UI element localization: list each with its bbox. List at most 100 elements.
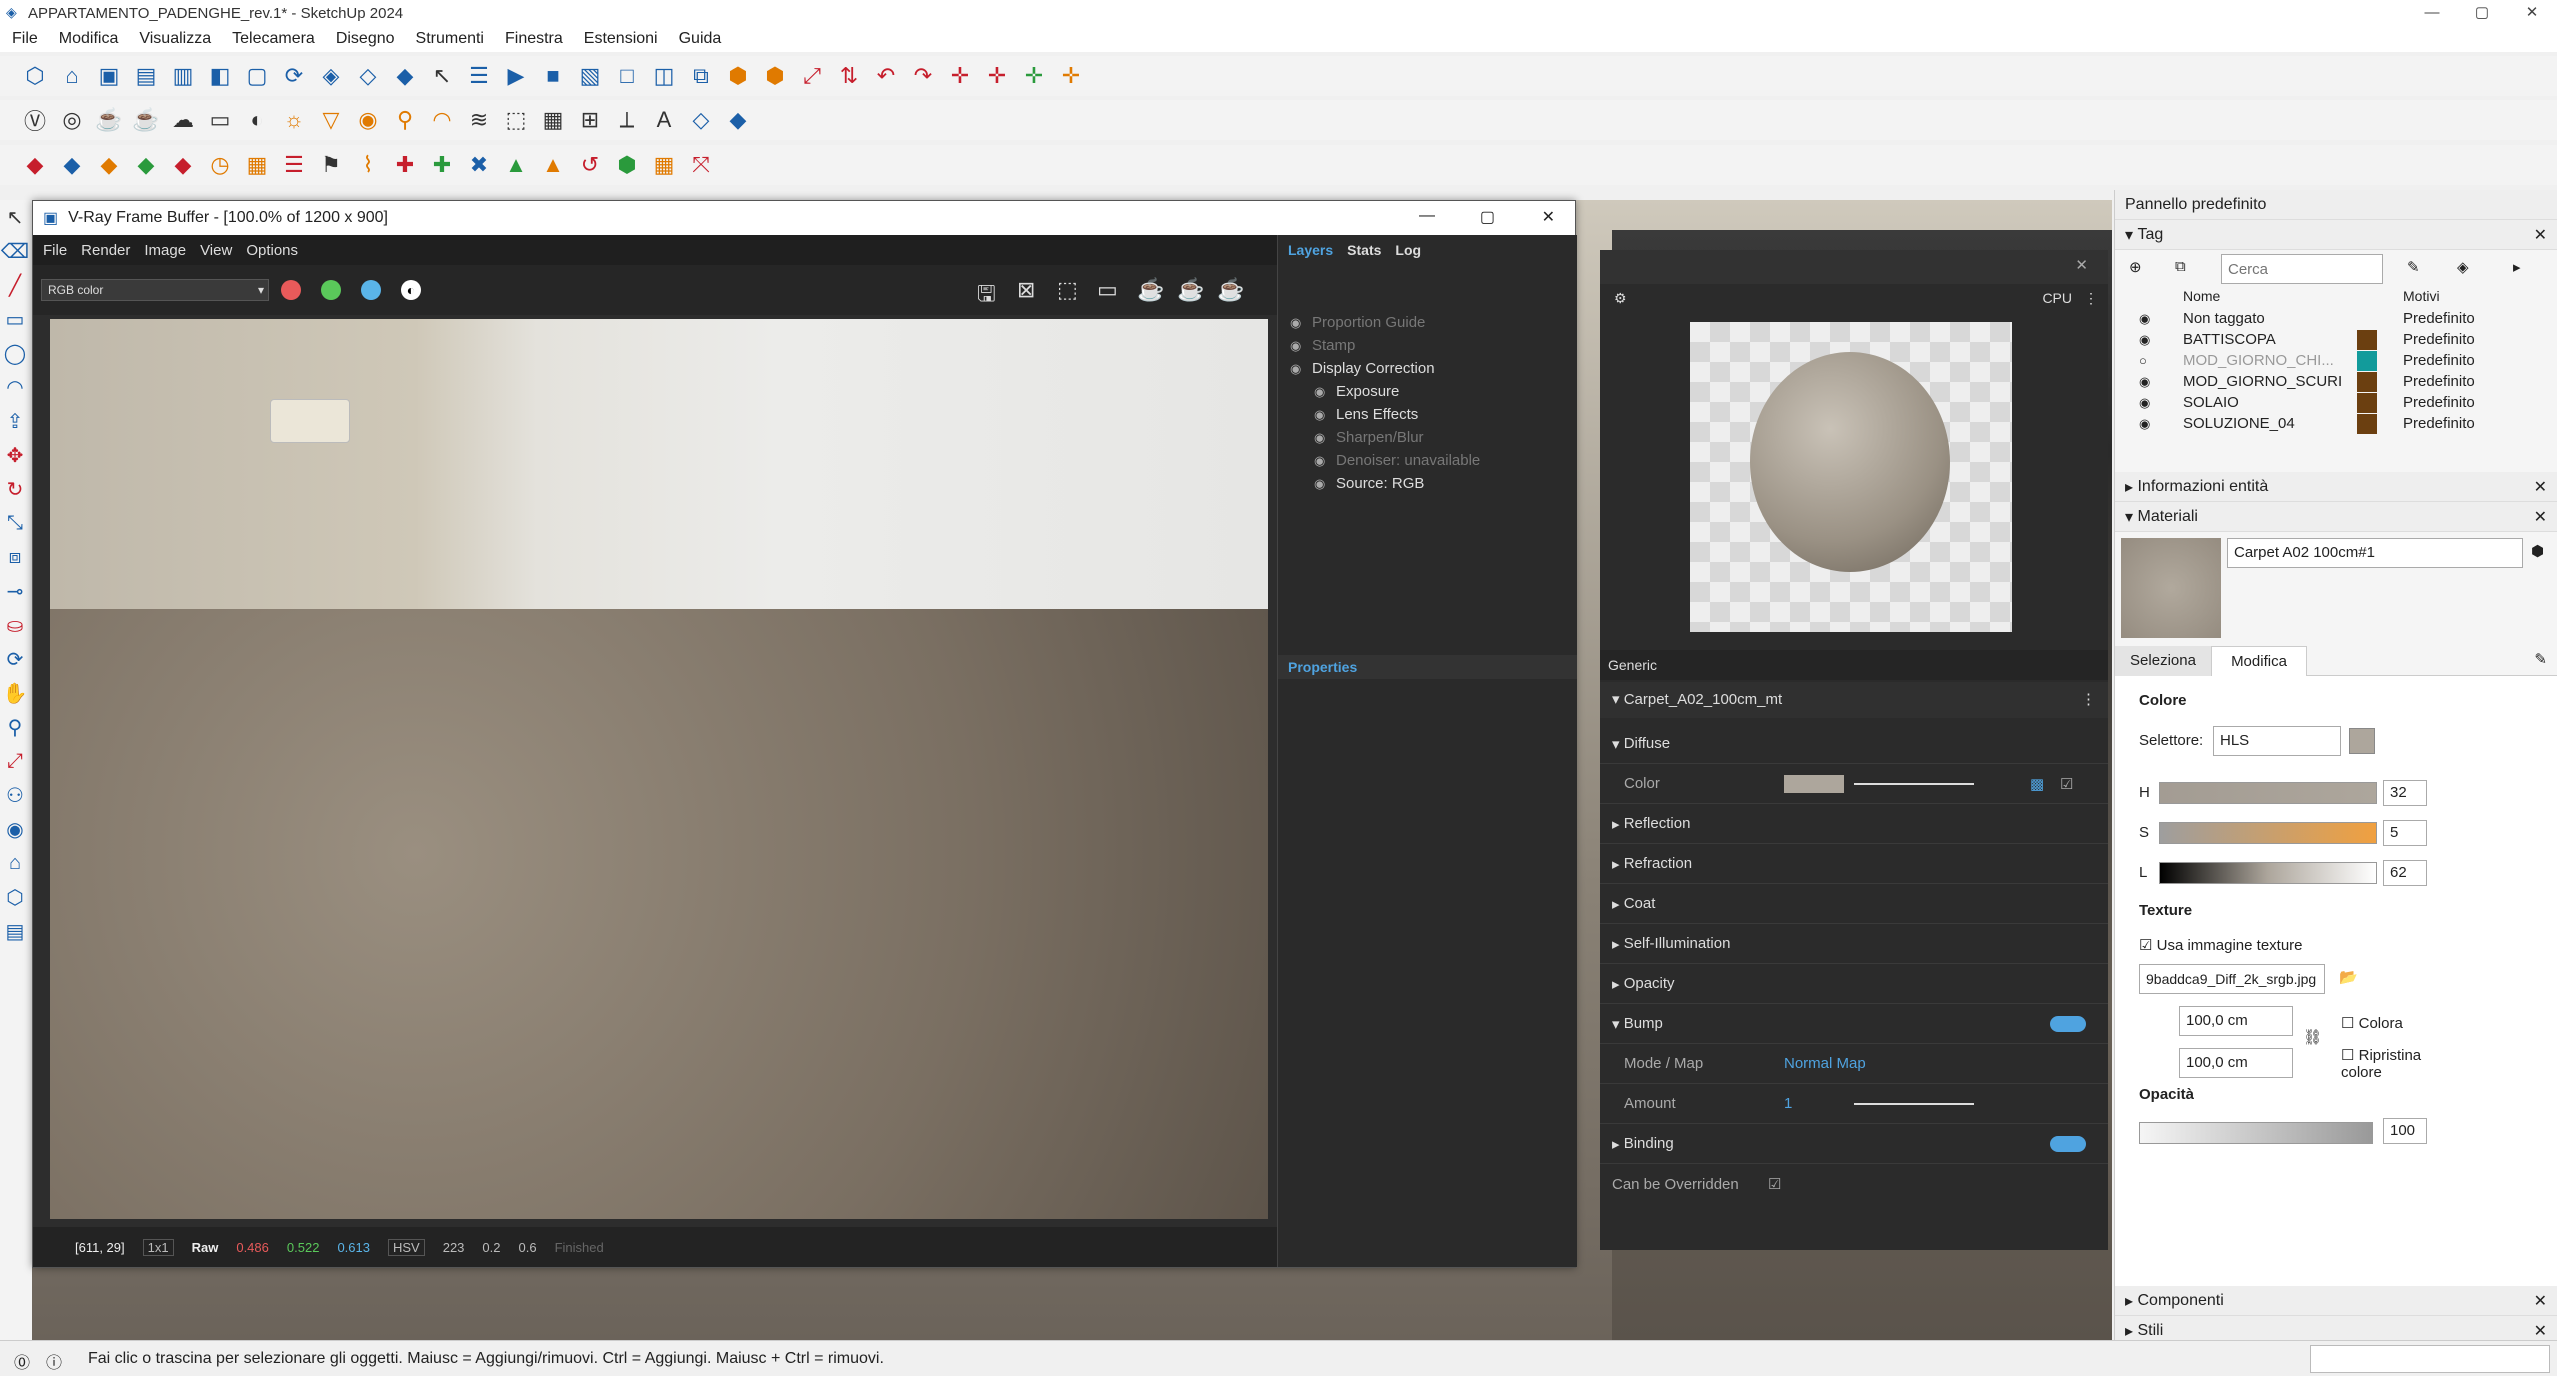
layer-item[interactable]: ◉ Display Correction	[1278, 357, 1577, 380]
move-axis-icon[interactable]: ⇅	[832, 59, 866, 93]
h-input[interactable]: 32	[2383, 780, 2427, 806]
maximize-button[interactable]: ▢	[2457, 0, 2507, 26]
save-image-icon[interactable]: 🖫	[977, 277, 996, 315]
wireframe-icon[interactable]: ◇	[351, 59, 385, 93]
plugin-icon-4[interactable]: ◆	[129, 148, 163, 182]
section-icon[interactable]: ⊞	[573, 103, 607, 137]
channel-dropdown[interactable]: RGB color ▾	[41, 279, 269, 301]
interactive-render-icon[interactable]: ☕	[1137, 277, 1164, 303]
lightgen-icon[interactable]: ◐	[240, 103, 274, 137]
extension-warehouse-icon[interactable]: ⬡	[0, 880, 30, 914]
group-icon[interactable]: ⧉	[684, 59, 718, 93]
s-slider[interactable]	[2159, 822, 2377, 844]
menu-guida[interactable]: Guida	[679, 30, 722, 48]
right-view-icon[interactable]: ▤	[129, 59, 163, 93]
material-editor-close-button[interactable]: ✕	[2075, 256, 2088, 274]
close-icon[interactable]: ✕	[2534, 477, 2547, 497]
vfb-minimize-button[interactable]: —	[1419, 207, 1435, 225]
tag-row[interactable]: ◉ SOLUZIONE_04 Predefinito	[2115, 413, 2557, 434]
menu-visualizza[interactable]: Visualizza	[139, 30, 211, 48]
tape-icon[interactable]: ⊸	[0, 574, 30, 608]
vfb-menu-image[interactable]: Image	[144, 242, 186, 259]
plugin-icon-6[interactable]: ◷	[203, 148, 237, 182]
eye-icon[interactable]: ◉	[1290, 315, 1312, 331]
texture-file-field[interactable]: 9baddca9_Diff_2k_srgb.jpg	[2139, 964, 2325, 994]
region-render-icon[interactable]: ⬚	[1057, 277, 1078, 303]
plugin-icon-8[interactable]: ☰	[277, 148, 311, 182]
left-view-icon[interactable]: ◧	[203, 59, 237, 93]
section-reflection[interactable]: ▸ Reflection	[1600, 804, 2108, 844]
eraser-icon[interactable]: ⌫	[0, 234, 30, 268]
layer-item[interactable]: ◉ Exposure	[1278, 380, 1577, 403]
tab-modifica[interactable]: Modifica	[2211, 646, 2307, 676]
binding-toggle[interactable]	[2050, 1135, 2086, 1152]
tag-search-input[interactable]	[2221, 254, 2383, 284]
look-around-icon[interactable]: ◉	[0, 812, 30, 846]
vfb-close-button[interactable]: ✕	[1542, 207, 1555, 227]
minimize-button[interactable]: —	[2407, 0, 2457, 26]
arc-icon[interactable]: ◠	[0, 370, 30, 404]
add-tag-icon[interactable]: ⊕	[2129, 258, 2142, 276]
undo-icon[interactable]: ↶	[869, 59, 903, 93]
texture-height-input[interactable]: 100,0 cm	[2179, 1048, 2293, 1078]
materials-icon[interactable]: ⬢	[758, 59, 792, 93]
render-icon[interactable]: ☕	[92, 103, 126, 137]
texture-map-icon[interactable]: ▩	[2030, 775, 2044, 793]
tag-row[interactable]: ◉ MOD_GIORNO_SCURI Predefinito	[2115, 371, 2557, 392]
tag-color-swatch[interactable]	[2357, 413, 2377, 434]
paint-bucket-icon[interactable]: ⛀	[0, 608, 30, 642]
vfb-maximize-button[interactable]: ▢	[1480, 207, 1495, 227]
blue-channel-button[interactable]	[361, 280, 381, 300]
plugin-icon-14[interactable]: ▲	[499, 148, 533, 182]
tag-row[interactable]: ◉ BATTISCOPA Predefinito	[2115, 329, 2557, 350]
diffuse-checkbox[interactable]: ☑	[2060, 775, 2073, 793]
red-channel-button[interactable]	[281, 280, 301, 300]
plugin-icon-11[interactable]: ✚	[388, 148, 422, 182]
eye-icon[interactable]: ◉	[1314, 430, 1336, 446]
use-texture-row[interactable]: ☑ Usa immagine texture	[2139, 936, 2303, 954]
interactive-render-icon[interactable]: ☕	[129, 103, 163, 137]
components-header[interactable]: ▸ Componenti ✕	[2115, 1286, 2557, 1316]
monochrome-icon[interactable]: □	[610, 59, 644, 93]
rectangle-icon[interactable]: ▭	[0, 302, 30, 336]
hidden-line-icon[interactable]: ◆	[388, 59, 422, 93]
text-icon[interactable]: A	[647, 103, 681, 137]
zoom-icon[interactable]: ⚲	[0, 710, 30, 744]
l-slider[interactable]	[2159, 862, 2377, 884]
zoom-extents-icon[interactable]: ⤢	[0, 744, 30, 778]
green-channel-button[interactable]	[321, 280, 341, 300]
omni-light-icon[interactable]: ◉	[351, 103, 385, 137]
select-icon[interactable]: ↖	[0, 200, 30, 234]
sphere-light-icon[interactable]: ☼	[277, 103, 311, 137]
move-icon[interactable]: ✥	[0, 438, 30, 472]
info-icon[interactable]: ⓘ	[46, 1349, 62, 1373]
gizmo-icon[interactable]: ✛	[943, 59, 977, 93]
menu-telecamera[interactable]: Telecamera	[232, 30, 315, 48]
tag-header[interactable]: ▾ Tag ✕	[2115, 220, 2557, 250]
selector-dropdown[interactable]: HLS	[2213, 726, 2341, 756]
tag-color-swatch[interactable]	[2357, 350, 2377, 371]
section-plane-icon[interactable]: ◫	[647, 59, 681, 93]
l-input[interactable]: 62	[2383, 860, 2427, 886]
color-swatch[interactable]	[2349, 728, 2375, 754]
amount-value[interactable]: 1	[1784, 1095, 1792, 1112]
section-opacity[interactable]: ▸ Opacity	[1600, 964, 2108, 1004]
pencil-icon[interactable]: ✎	[2407, 258, 2420, 276]
tag-color-swatch[interactable]	[2357, 309, 2377, 329]
select-tool-icon[interactable]: ↖	[425, 59, 459, 93]
menu-strumenti[interactable]: Strumenti	[416, 30, 484, 48]
terrain-icon[interactable]: ◆	[721, 103, 755, 137]
help-icon[interactable]: ⓪	[14, 1349, 30, 1373]
section-refraction[interactable]: ▸ Refraction	[1600, 844, 2108, 884]
overridden-checkbox[interactable]: ☑	[1768, 1175, 1781, 1193]
back-view-icon[interactable]: ▥	[166, 59, 200, 93]
zoom-dropdown[interactable]: 1x1	[142, 1238, 174, 1256]
amount-slider[interactable]	[1854, 1102, 1974, 1105]
col-pattern[interactable]: Motivi	[2403, 288, 2440, 304]
push-pull-icon[interactable]: ⇪	[0, 404, 30, 438]
more-icon[interactable]: ⋮	[2081, 682, 2096, 718]
color-by-tag-icon[interactable]: ◈	[2457, 258, 2469, 276]
section-binding[interactable]: ▸ Binding	[1600, 1124, 2108, 1164]
bump-toggle[interactable]	[2050, 1015, 2086, 1032]
scenes-icon[interactable]: ▶	[499, 59, 533, 93]
